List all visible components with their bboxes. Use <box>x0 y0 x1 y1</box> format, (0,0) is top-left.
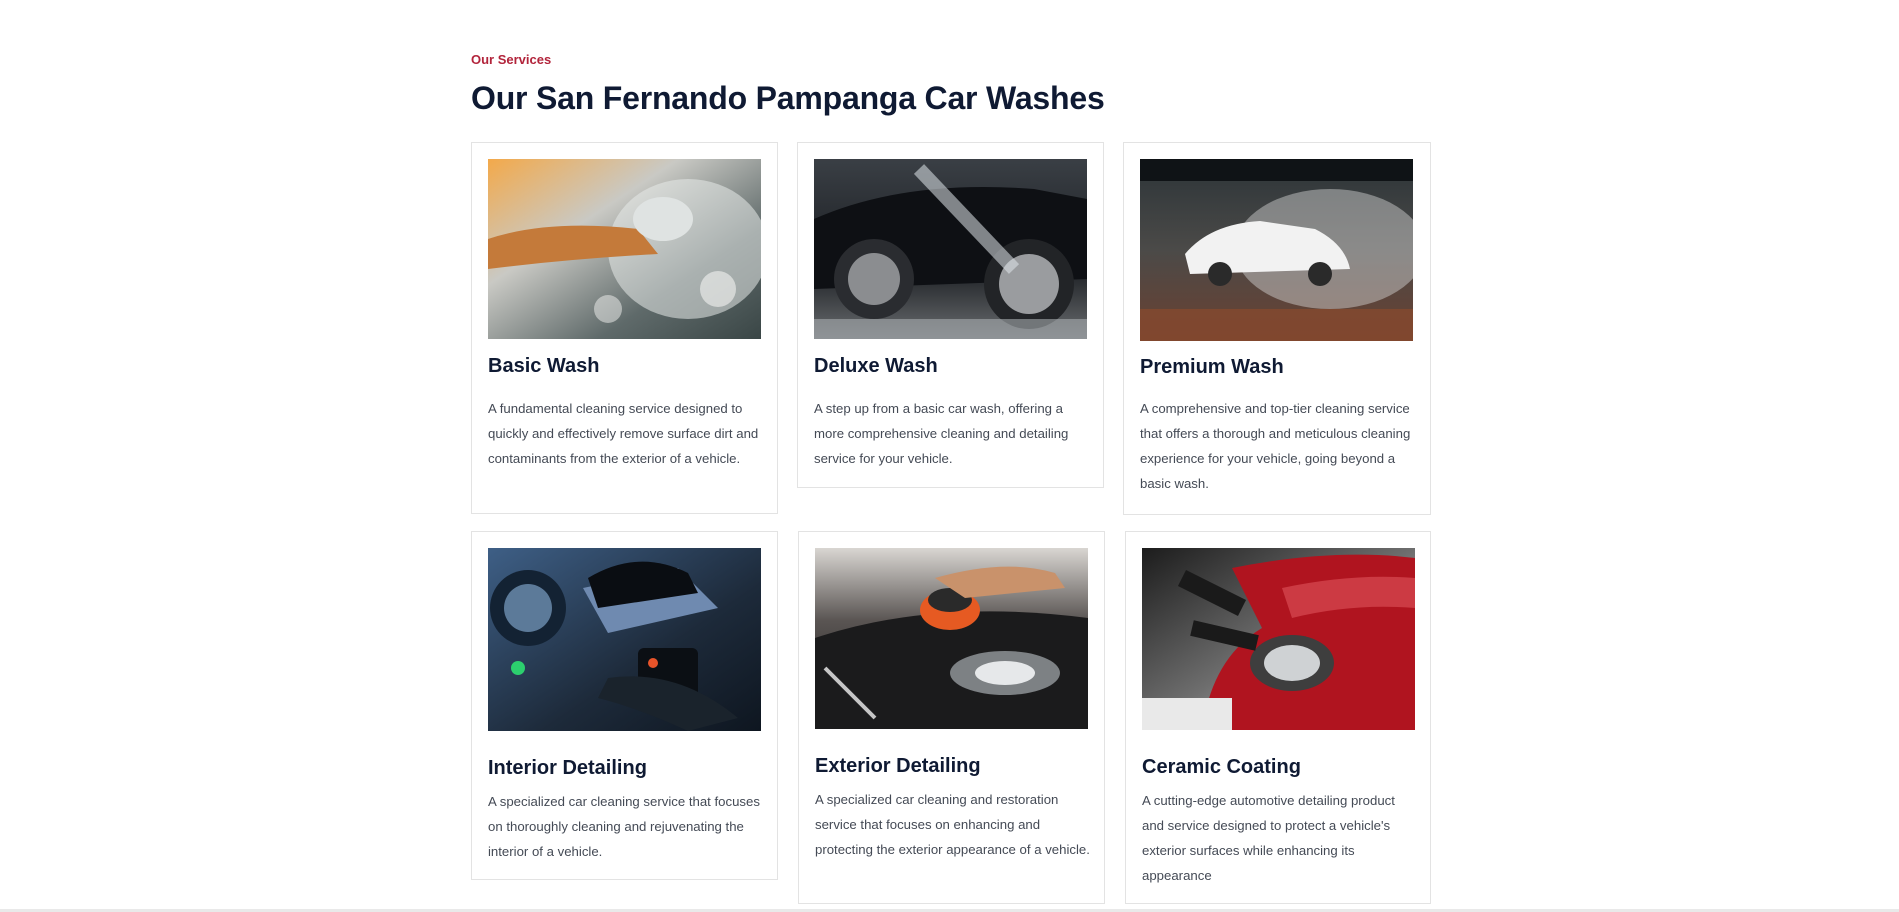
service-title: Interior Detailing <box>488 757 647 779</box>
service-card-exterior-detailing[interactable]: Exterior Detailing A specialized car cle… <box>798 531 1105 904</box>
service-card-deluxe-wash[interactable]: Deluxe Wash A step up from a basic car w… <box>797 142 1104 488</box>
service-description: A fundamental cleaning service designed … <box>488 401 759 466</box>
services-section-header: Our Services Our San Fernando Pampanga C… <box>471 51 1431 118</box>
service-description: A cutting-edge automotive detailing prod… <box>1142 793 1395 883</box>
service-title: Premium Wash <box>1140 356 1284 378</box>
basic-wash-image <box>488 159 761 339</box>
service-card-basic-wash[interactable]: Basic Wash A fundamental cleaning servic… <box>471 142 778 514</box>
exterior-detailing-image <box>815 548 1088 729</box>
premium-wash-image <box>1140 159 1413 341</box>
deluxe-wash-image <box>814 159 1087 339</box>
service-description: A specialized car cleaning service that … <box>488 794 760 859</box>
interior-detailing-image <box>488 548 761 731</box>
service-title: Basic Wash <box>488 355 600 377</box>
service-description: A specialized car cleaning and restorati… <box>815 792 1090 857</box>
service-card-premium-wash[interactable]: Premium Wash A comprehensive and top-tie… <box>1123 142 1431 515</box>
service-title: Exterior Detailing <box>815 755 981 777</box>
section-heading: Our San Fernando Pampanga Car Washes <box>471 80 1105 116</box>
service-description: A step up from a basic car wash, offerin… <box>814 401 1069 466</box>
page: Our Services Our San Fernando Pampanga C… <box>0 0 1899 912</box>
service-card-interior-detailing[interactable]: Interior Detailing A specialized car cle… <box>471 531 778 880</box>
service-title: Deluxe Wash <box>814 355 938 377</box>
ceramic-coating-image <box>1142 548 1415 730</box>
service-title: Ceramic Coating <box>1142 756 1301 778</box>
section-eyebrow: Our Services <box>471 52 552 67</box>
service-card-ceramic-coating[interactable]: Ceramic Coating A cutting-edge automotiv… <box>1125 531 1431 904</box>
service-description: A comprehensive and top-tier cleaning se… <box>1140 401 1411 491</box>
